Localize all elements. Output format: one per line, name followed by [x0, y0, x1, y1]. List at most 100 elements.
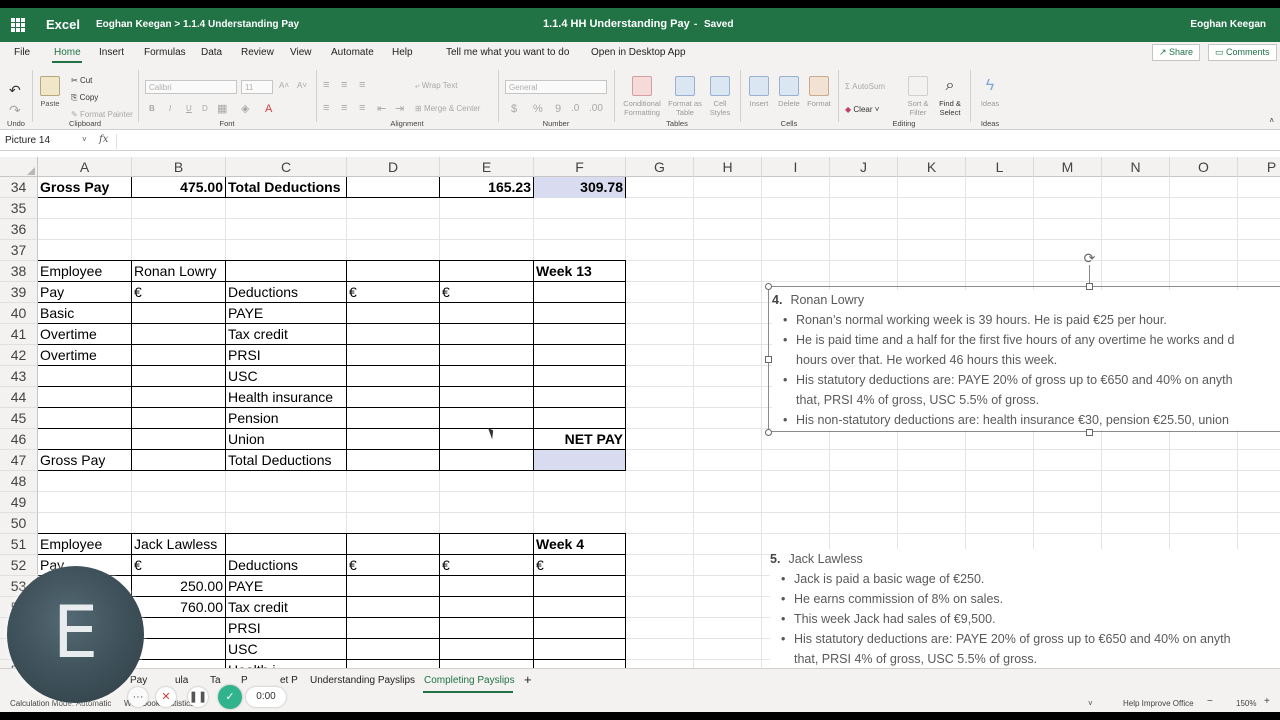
- ideas-button[interactable]: ϟ Ideas: [975, 76, 1005, 108]
- resize-handle[interactable]: [1086, 283, 1093, 290]
- cell-c56[interactable]: USC: [226, 639, 346, 660]
- select-all-corner[interactable]: [0, 157, 38, 177]
- worksheet-grid[interactable]: 34 35 36 37 38 39 40 41 42 43 44 45 46 47 48 49 50 51 52 53…: [0, 177, 1280, 668]
- finish-recording-button[interactable]: ✓: [218, 685, 242, 709]
- align-left-icon[interactable]: ≡: [323, 102, 329, 114]
- redo-icon[interactable]: ↷: [9, 102, 21, 119]
- zoom-level[interactable]: 150%: [1236, 699, 1256, 708]
- app-launcher-icon[interactable]: [11, 18, 25, 32]
- column-header-j[interactable]: J: [830, 157, 898, 177]
- align-center-icon[interactable]: ≡: [341, 102, 347, 114]
- instruction-picture-jack[interactable]: 5. Jack Lawless Jack is paid a basic wage …: [770, 549, 1280, 668]
- cell-a39[interactable]: Pay: [38, 282, 131, 303]
- grow-font-icon[interactable]: A˄: [279, 81, 289, 90]
- cell-f52[interactable]: €: [534, 555, 625, 576]
- add-sheet-button[interactable]: +: [524, 672, 532, 687]
- conditional-formatting-button[interactable]: Conditional Formatting: [619, 76, 665, 117]
- delete-cells-button[interactable]: Delete: [775, 76, 803, 108]
- row-header-45[interactable]: 45: [0, 408, 38, 429]
- row-header-49[interactable]: 49: [0, 492, 38, 513]
- cell-c45[interactable]: Pension: [226, 408, 346, 429]
- cell-c40[interactable]: PAYE: [226, 303, 346, 324]
- format-as-table-button[interactable]: Format as Table: [667, 76, 703, 117]
- currency-button[interactable]: $: [511, 103, 517, 115]
- cell-a41[interactable]: Overtime: [38, 324, 131, 345]
- sort-filter-button[interactable]: Sort & Filter: [905, 76, 931, 117]
- resize-handle[interactable]: [765, 429, 772, 436]
- copy-button[interactable]: ⎘ Copy: [71, 93, 98, 103]
- fill-color-icon[interactable]: ◈: [241, 102, 249, 115]
- cell-e39[interactable]: €: [440, 282, 533, 303]
- tab-help[interactable]: Help: [392, 47, 413, 58]
- tab-review[interactable]: Review: [241, 47, 274, 58]
- row-header-44[interactable]: 44: [0, 387, 38, 408]
- cell-styles-button[interactable]: Cell Styles: [705, 76, 735, 117]
- align-bottom-icon[interactable]: ≡: [359, 79, 365, 91]
- zoom-in-icon[interactable]: +: [1264, 696, 1270, 707]
- underline-button[interactable]: U: [186, 104, 192, 113]
- find-select-button[interactable]: ⌕ Find & Select: [935, 76, 965, 117]
- row-header-48[interactable]: 48: [0, 471, 38, 492]
- row-header-36[interactable]: 36: [0, 219, 38, 240]
- tab-formulas[interactable]: Formulas: [144, 47, 186, 58]
- column-header-o[interactable]: O: [1170, 157, 1238, 177]
- column-header-l[interactable]: L: [966, 157, 1034, 177]
- column-header-i[interactable]: I: [762, 157, 830, 177]
- cell-b34[interactable]: 475.00: [132, 177, 225, 198]
- row-header-39[interactable]: 39: [0, 282, 38, 303]
- resize-handle[interactable]: [765, 356, 772, 363]
- column-header-p[interactable]: P: [1238, 157, 1280, 177]
- cell-b38[interactable]: Ronan Lowry: [132, 261, 345, 282]
- row-header-43[interactable]: 43: [0, 366, 38, 387]
- collapse-ribbon-icon[interactable]: ˄: [1269, 116, 1274, 125]
- clear-button[interactable]: ◆ Clear ˅: [845, 105, 879, 114]
- cell-c39[interactable]: Deductions: [226, 282, 346, 303]
- cell-c46[interactable]: Union: [226, 429, 346, 450]
- column-header-f[interactable]: F: [534, 157, 626, 177]
- font-size-dropdown[interactable]: 11: [241, 80, 273, 94]
- column-header-g[interactable]: G: [626, 157, 694, 177]
- row-header-41[interactable]: 41: [0, 324, 38, 345]
- cell-a47[interactable]: Gross Pay: [38, 450, 131, 471]
- decrease-indent-icon[interactable]: ⇤: [377, 102, 386, 115]
- column-header-h[interactable]: H: [694, 157, 762, 177]
- cell-b51[interactable]: Jack Lawless: [132, 534, 345, 555]
- align-top-icon[interactable]: ≡: [323, 79, 329, 91]
- cell-b54[interactable]: 760.00: [132, 597, 225, 618]
- cell-a42[interactable]: Overtime: [38, 345, 131, 366]
- borders-icon[interactable]: ▦: [217, 102, 227, 115]
- column-header-e[interactable]: E: [440, 157, 534, 177]
- resize-handle[interactable]: [1086, 429, 1093, 436]
- row-header-34[interactable]: 34: [0, 177, 38, 198]
- insert-function-icon[interactable]: fx: [99, 134, 108, 145]
- breadcrumb[interactable]: Eoghan Keegan > 1.1.4 Understanding Pay: [96, 19, 299, 30]
- column-header-a[interactable]: A: [38, 157, 132, 177]
- comma-button[interactable]: 9: [555, 103, 561, 115]
- format-cells-button[interactable]: Format: [805, 76, 833, 108]
- tab-home[interactable]: Home: [54, 47, 81, 58]
- name-box[interactable]: Picture 14: [2, 134, 90, 149]
- cell-f34[interactable]: 309.78: [534, 177, 625, 198]
- help-improve-office[interactable]: Help Improve Office: [1123, 699, 1194, 708]
- user-name[interactable]: Eoghan Keegan: [1190, 19, 1266, 30]
- font-name-dropdown[interactable]: Calibri: [145, 80, 237, 94]
- font-color-icon[interactable]: A: [265, 103, 272, 115]
- row-header-51[interactable]: 51: [0, 534, 38, 555]
- percent-button[interactable]: %: [533, 103, 543, 115]
- row-header-52[interactable]: 52: [0, 555, 38, 576]
- increase-decimal-icon[interactable]: .0: [571, 103, 579, 114]
- paste-button[interactable]: Paste: [37, 76, 63, 108]
- row-header-47[interactable]: 47: [0, 450, 38, 471]
- more-options-icon[interactable]: ···: [128, 687, 148, 707]
- row-header-40[interactable]: 40: [0, 303, 38, 324]
- app-name[interactable]: Excel: [46, 17, 80, 32]
- cell-c42[interactable]: PRSI: [226, 345, 346, 366]
- name-box-dropdown-icon[interactable]: ˅: [82, 135, 87, 144]
- cell-c47[interactable]: Total Deductions: [226, 450, 346, 471]
- cell-c41[interactable]: Tax credit: [226, 324, 346, 345]
- comments-button[interactable]: ▭ Comments: [1208, 44, 1277, 61]
- open-desktop-app[interactable]: Open in Desktop App: [591, 47, 686, 58]
- cell-c57[interactable]: Health i: [226, 660, 346, 668]
- wrap-text-button[interactable]: ⤶ Wrap Text: [415, 81, 457, 91]
- align-right-icon[interactable]: ≡: [359, 102, 365, 114]
